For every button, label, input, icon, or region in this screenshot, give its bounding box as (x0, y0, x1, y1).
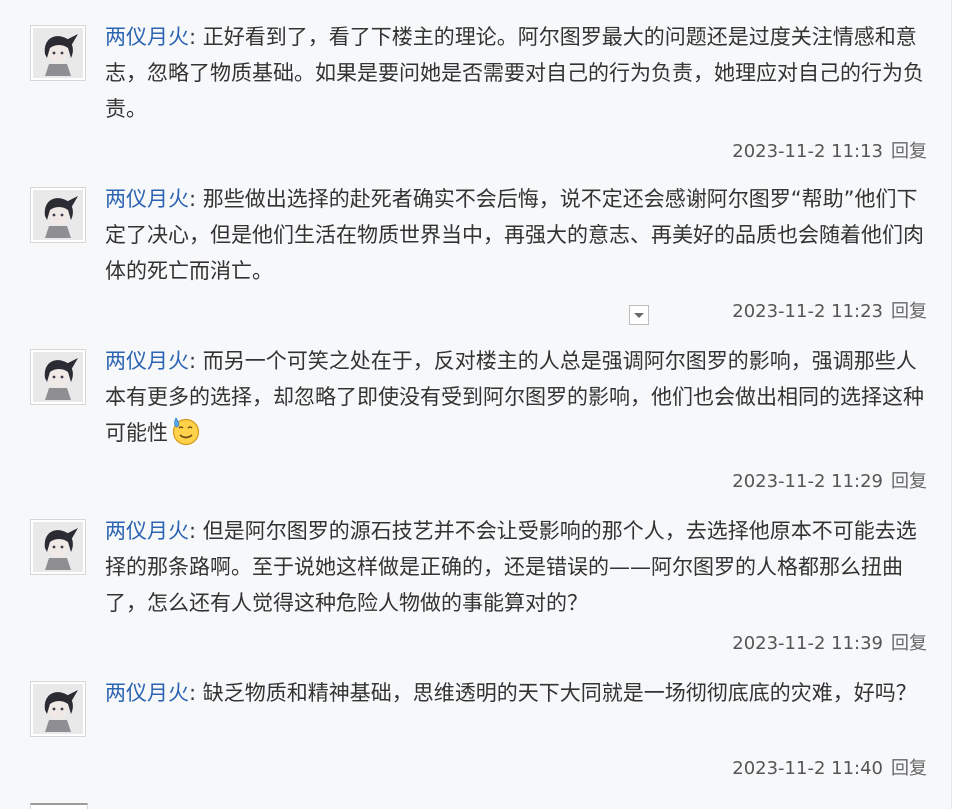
avatar-image (33, 522, 83, 572)
sweat-smile-emoji-icon (170, 416, 200, 457)
user-avatar[interactable] (30, 519, 86, 575)
reply-timestamp: 2023-11-2 11:40 (732, 758, 883, 779)
username-link[interactable]: 两仪月火 (105, 681, 189, 705)
separator: : (189, 681, 203, 705)
avatar-image (33, 684, 83, 734)
avatar-image (33, 28, 83, 78)
user-avatar[interactable] (30, 681, 86, 737)
username-link[interactable]: 两仪月火 (105, 519, 189, 543)
username-link[interactable]: 两仪月火 (105, 25, 189, 49)
reply-button[interactable]: 回复 (891, 758, 927, 779)
avatar-image (33, 352, 83, 402)
reply-meta: 2023-11-2 11:40 回复 (732, 757, 927, 781)
reply-timestamp: 2023-11-2 11:23 (732, 301, 883, 322)
reply-text: 那些做出选择的赴死者确实不会后悔，说不定还会感谢阿尔图罗“帮助”他们下定了决心，… (105, 187, 924, 283)
reply-content: 两仪月火: 缺乏物质和精神基础，思维透明的天下大同就是一场彻彻底底的灾难，好吗？ (105, 675, 925, 711)
reply-text: 而另一个可笑之处在于，反对楼主的人总是强调阿尔图罗的影响，强调那些人本有更多的选… (105, 349, 924, 445)
reply-button[interactable]: 回复 (891, 301, 927, 322)
reply-timestamp: 2023-11-2 11:29 (732, 471, 883, 492)
reply-button[interactable]: 回复 (891, 633, 927, 654)
reply-text: 缺乏物质和精神基础，思维透明的天下大同就是一场彻彻底底的灾难，好吗？ (202, 681, 917, 705)
reply-timestamp: 2023-11-2 11:39 (732, 633, 883, 654)
user-avatar[interactable] (30, 25, 86, 81)
reply-button[interactable]: 回复 (891, 141, 927, 162)
reply-text: 正好看到了，看了下楼主的理论。阿尔图罗最大的问题还是过度关注情感和意志，忽略了物… (105, 25, 924, 121)
reply-timestamp: 2023-11-2 11:13 (732, 141, 883, 162)
reply-meta: 2023-11-2 11:23 回复 (732, 300, 927, 324)
avatar-image (33, 190, 83, 240)
reply-meta: 2023-11-2 11:13 回复 (732, 140, 927, 164)
reply-content: 两仪月火: 但是阿尔图罗的源石技艺并不会让受影响的那个人，去选择他原本不可能去选… (105, 513, 925, 621)
next-reply-avatar (30, 803, 88, 809)
user-avatar[interactable] (30, 349, 86, 405)
reply-content: 两仪月火: 正好看到了，看了下楼主的理论。阿尔图罗最大的问题还是过度关注情感和意… (105, 19, 925, 127)
separator: : (189, 25, 203, 49)
reply-text: 但是阿尔图罗的源石技艺并不会让受影响的那个人，去选择他原本不可能去选择的那条路啊… (105, 519, 917, 615)
separator: : (189, 187, 203, 211)
collapse-arrow-icon[interactable] (629, 305, 649, 325)
user-avatar[interactable] (30, 187, 86, 243)
reply-meta: 2023-11-2 11:39 回复 (732, 632, 927, 656)
reply-content: 两仪月火: 而另一个可笑之处在于，反对楼主的人总是强调阿尔图罗的影响，强调那些人… (105, 343, 925, 457)
reply-button[interactable]: 回复 (891, 471, 927, 492)
reply-thread-panel: 两仪月火: 正好看到了，看了下楼主的理论。阿尔图罗最大的问题还是过度关注情感和意… (0, 0, 952, 809)
username-link[interactable]: 两仪月火 (105, 349, 189, 373)
separator: : (189, 349, 203, 373)
separator: : (189, 519, 203, 543)
username-link[interactable]: 两仪月火 (105, 187, 189, 211)
reply-content: 两仪月火: 那些做出选择的赴死者确实不会后悔，说不定还会感谢阿尔图罗“帮助”他们… (105, 181, 925, 289)
reply-meta: 2023-11-2 11:29 回复 (732, 470, 927, 494)
